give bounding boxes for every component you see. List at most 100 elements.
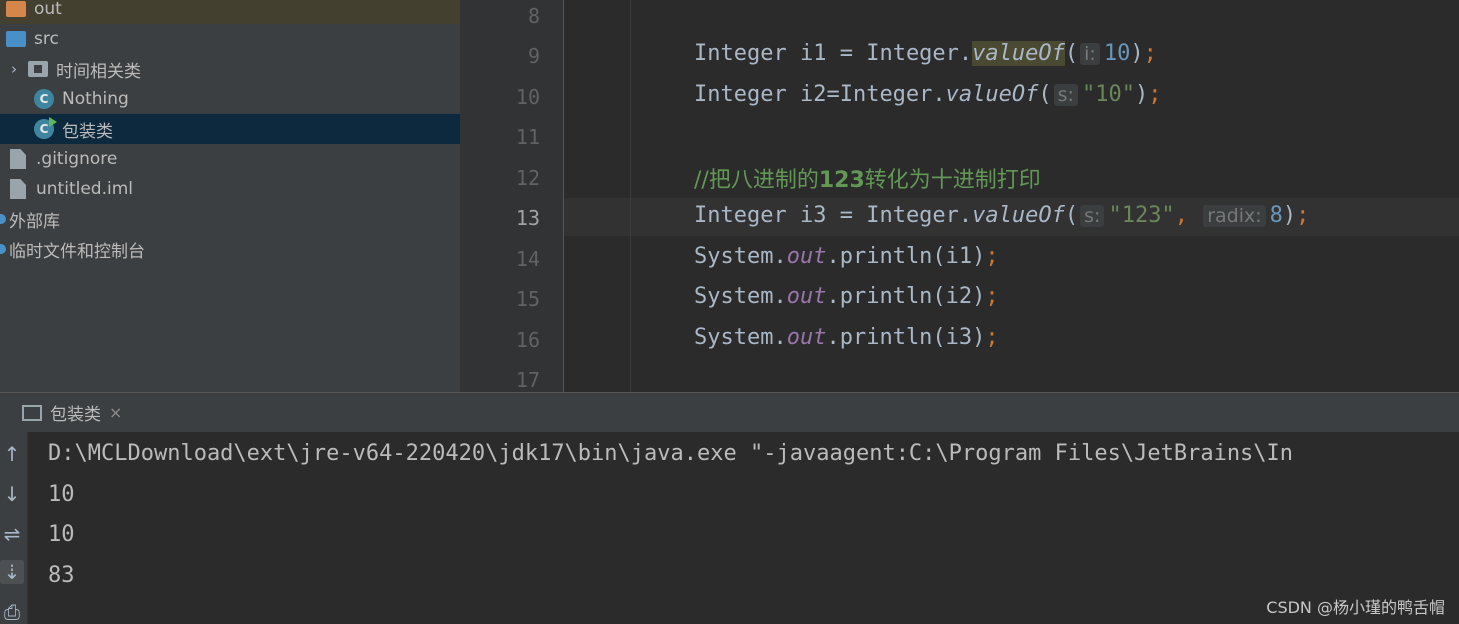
line-number: 17: [515, 368, 540, 392]
code-line-12-comment[interactable]: //把八进制的123转化为十进制打印: [694, 162, 1041, 194]
package-icon: [28, 61, 48, 77]
source-folder-icon: [6, 31, 26, 47]
scroll-down-icon[interactable]: ↓: [0, 482, 24, 506]
semicolon-token: ;: [1143, 41, 1157, 66]
method-token: valueOf: [972, 203, 1065, 228]
type-token: Integer: [694, 41, 787, 66]
console-line: 10: [48, 482, 75, 507]
method-call-token: .println(i2): [826, 284, 986, 309]
console-line: D:\MCLDownload\ext\jre-v64-220420\jdk17\…: [48, 441, 1294, 466]
string-literal: "123": [1108, 203, 1175, 228]
type-token: Integer: [694, 82, 787, 107]
line-number: 12: [515, 166, 540, 190]
chevron-right-icon[interactable]: ›: [4, 60, 24, 78]
parameter-hint: s:: [1053, 84, 1078, 106]
tree-item-label: src: [34, 29, 59, 49]
paren-token: (: [1064, 203, 1079, 228]
tree-item-nothing[interactable]: C Nothing: [0, 84, 460, 114]
paren-token: ): [1282, 203, 1297, 228]
number-literal: 10: [1103, 41, 1131, 66]
paren-token: (: [1064, 41, 1079, 66]
print-icon[interactable]: ⎙: [0, 600, 24, 624]
class-token: System.: [694, 325, 787, 350]
class-icon: C: [34, 89, 54, 109]
line-number: 14: [515, 247, 540, 271]
class-token: Integer.: [866, 203, 973, 228]
static-field-token: out: [786, 325, 827, 350]
tree-item-untitled-iml[interactable]: untitled.iml: [0, 174, 460, 204]
paren-token: ): [1134, 82, 1149, 107]
folder-icon: [6, 1, 26, 17]
parameter-hint-radix: radix:: [1203, 205, 1266, 227]
code-line-13[interactable]: Integer i3 = Integer.valueOf(s: "123", ra…: [694, 203, 1309, 228]
class-token: System.: [694, 284, 787, 309]
type-token: Integer: [694, 203, 787, 228]
class-token: System.: [694, 244, 787, 269]
line-number: 8: [527, 4, 540, 28]
variable-token: i1 =: [786, 41, 867, 66]
line-number: 11: [515, 125, 540, 149]
tree-item-external-libraries[interactable]: 外部库: [0, 204, 460, 234]
tree-item-time-package[interactable]: › 时间相关类: [0, 54, 460, 84]
method-call-token: .println(i3): [826, 325, 986, 350]
code-line-9[interactable]: Integer i1 = Integer.valueOf(i: 10);: [694, 41, 1157, 66]
code-line-16[interactable]: System.out.println(i3);: [694, 325, 999, 350]
static-field-token: out: [786, 284, 827, 309]
tree-item-label: 临时文件和控制台: [9, 241, 145, 262]
close-icon[interactable]: ×: [109, 403, 122, 422]
line-number-current: 13: [515, 206, 540, 230]
project-tree: out src › 时间相关类 C Nothing C 包装类 .gitigno…: [0, 0, 460, 392]
file-icon: [10, 149, 26, 169]
tree-item-label: Nothing: [62, 89, 129, 109]
tree-item-label: out: [34, 0, 62, 19]
semicolon-token: ;: [1296, 203, 1310, 228]
console-line: 10: [48, 522, 75, 547]
console-line: 83: [48, 563, 75, 588]
tree-item-label: 时间相关类: [56, 61, 141, 82]
run-toolbar: ↑ ↓ ⇌ ⇣ ⎙: [0, 432, 28, 624]
scroll-up-icon[interactable]: ↑: [0, 442, 24, 466]
scroll-to-end-icon[interactable]: ⇣: [0, 560, 24, 584]
method-call-token: .println(i1): [826, 244, 986, 269]
code-line-15[interactable]: System.out.println(i2);: [694, 284, 999, 309]
tree-item-src[interactable]: src: [0, 24, 460, 54]
tree-item-out[interactable]: out: [0, 0, 460, 24]
indent-guide: [630, 0, 631, 392]
comma-token: ,: [1174, 203, 1188, 228]
semicolon-token: ;: [985, 325, 999, 350]
tree-item-scratches[interactable]: 临时文件和控制台: [0, 234, 460, 264]
run-tab-label: 包装类: [50, 405, 101, 425]
parameter-hint: s:: [1080, 205, 1105, 227]
parameter-hint: i:: [1080, 43, 1100, 65]
console-icon: [22, 404, 42, 421]
paren-token: ): [1130, 41, 1144, 66]
soft-wrap-icon[interactable]: ⇌: [0, 522, 24, 546]
tree-item-label: 外部库: [9, 211, 60, 232]
method-token: valueOf: [972, 41, 1065, 66]
string-literal: "10": [1081, 82, 1135, 107]
variable-token: i3 =: [786, 203, 867, 228]
tree-item-label: untitled.iml: [36, 179, 133, 199]
semicolon-token: ;: [985, 244, 999, 269]
runnable-class-icon: C: [34, 117, 57, 139]
tree-item-wrapper-class[interactable]: C 包装类: [0, 114, 460, 144]
run-tool-window-header: 包装类 ×: [0, 392, 1459, 432]
code-line-10[interactable]: Integer i2=Integer.valueOf(s: "10");: [694, 82, 1161, 107]
class-token: Integer.: [866, 41, 973, 66]
scratches-icon: [0, 244, 6, 254]
line-number: 16: [515, 328, 540, 352]
tree-item-gitignore[interactable]: .gitignore: [0, 144, 460, 174]
line-number: 9: [527, 44, 540, 68]
method-token: valueOf: [945, 82, 1039, 107]
tree-item-label: 包装类: [62, 121, 113, 142]
variable-token: i2=: [786, 82, 840, 107]
code-line-14[interactable]: System.out.println(i1);: [694, 244, 999, 269]
run-tab[interactable]: 包装类 ×: [0, 393, 134, 433]
comment-text: //把八进制的: [694, 168, 819, 193]
number-literal: 8: [1269, 203, 1283, 228]
module-file-icon: [10, 179, 26, 199]
comment-number: 123: [818, 168, 865, 193]
paren-token: (: [1038, 82, 1052, 107]
watermark: CSDN @杨小瑾的鸭舌帽: [1266, 598, 1445, 617]
semicolon-token: ;: [985, 284, 999, 309]
